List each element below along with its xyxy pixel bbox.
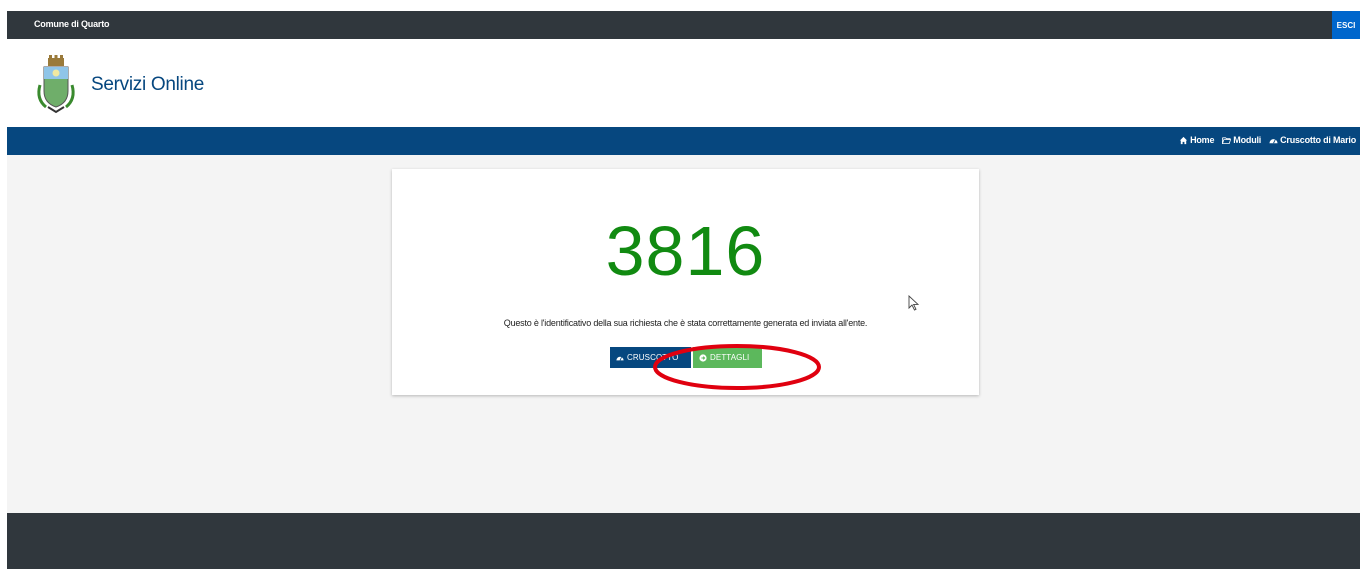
top-bar: Comune di Quarto ESCI — [7, 11, 1360, 39]
site-header: Servizi Online — [7, 39, 1360, 127]
nav-home[interactable]: Home — [1179, 135, 1214, 145]
logout-button[interactable]: ESCI — [1332, 11, 1360, 39]
site-footer — [7, 513, 1360, 569]
coat-of-arms-icon[interactable] — [34, 55, 78, 115]
request-id: 3816 — [605, 212, 766, 290]
mouse-cursor-icon — [908, 295, 920, 311]
nav-cruscotto[interactable]: Cruscotto di Mario — [1269, 135, 1356, 145]
nav-cruscotto-label: Cruscotto di Mario — [1280, 135, 1356, 145]
dashboard-icon — [1269, 138, 1278, 143]
entity-name: Comune di Quarto — [34, 19, 110, 29]
folder-open-icon — [1222, 136, 1232, 144]
main-navbar: Home Moduli Cruscotto di Mario — [7, 127, 1360, 155]
home-icon — [1179, 136, 1188, 144]
nav-home-label: Home — [1190, 135, 1215, 145]
page-frame: Comune di Quarto ESCI Servizi Online Hom… — [7, 11, 1360, 569]
nav-moduli[interactable]: Moduli — [1222, 135, 1261, 145]
dashboard-icon — [616, 356, 624, 361]
site-title[interactable]: Servizi Online — [91, 74, 204, 96]
nav-moduli-label: Moduli — [1233, 135, 1262, 145]
confirmation-message: Questo è l'identificativo della sua rich… — [503, 318, 868, 328]
highlight-ellipse — [653, 344, 821, 390]
